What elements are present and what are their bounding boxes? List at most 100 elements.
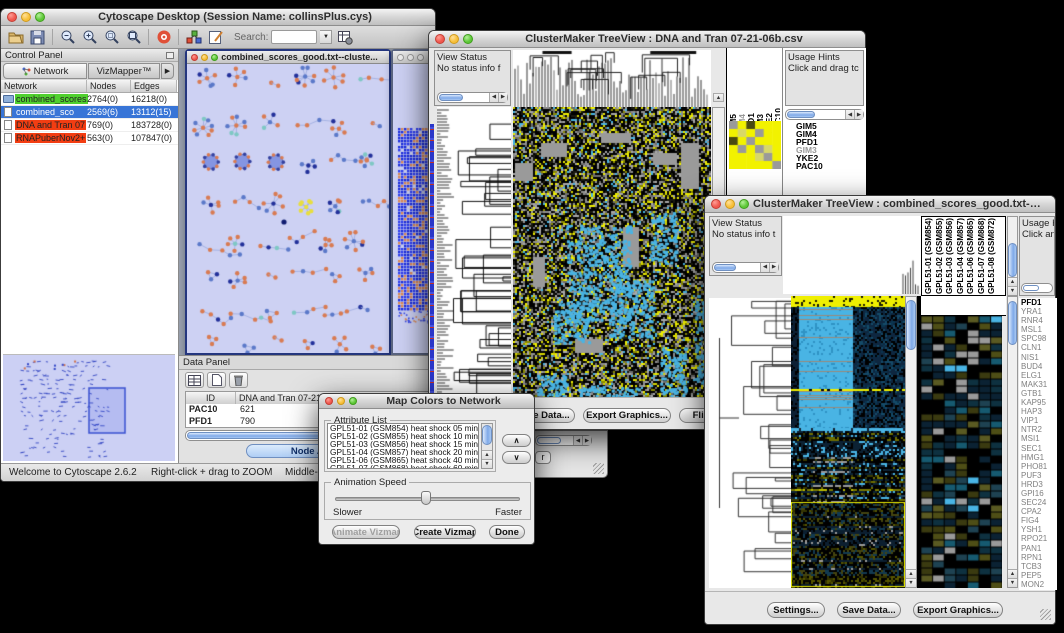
- network-row[interactable]: RNAPuberNov2+ 563(0) 107847(0): [1, 132, 178, 145]
- scrollbar-thumb[interactable]: [787, 111, 815, 118]
- scroll-left-icon[interactable]: ◀: [489, 93, 498, 102]
- tv2-column-dendrogram[interactable]: [783, 216, 921, 294]
- attribute-list-item[interactable]: GPL51-06 (GSM865) heat shock 40 min: [328, 456, 478, 464]
- tv2-zoom-vscrollbar[interactable]: ▲ ▼: [1007, 296, 1018, 588]
- resize-grip[interactable]: [593, 463, 604, 474]
- attribute-list-item[interactable]: GPL51-04 (GSM857) heat shock 20 min: [328, 448, 478, 456]
- attribute-list[interactable]: GPL51-01 (GSM854) heat shock 05 minGPL51…: [327, 423, 479, 469]
- scroll-right-icon[interactable]: ▶: [854, 110, 863, 119]
- tab-overflow-icon[interactable]: ▶: [161, 63, 174, 79]
- tv1-heatmap[interactable]: [513, 107, 711, 399]
- close-icon[interactable]: [711, 199, 721, 209]
- zoom-out-icon[interactable]: [58, 28, 77, 46]
- tv1-usage-hscrollbar[interactable]: ◀▶: [785, 109, 864, 120]
- zoom-in-icon[interactable]: [80, 28, 99, 46]
- close-icon[interactable]: [397, 54, 404, 61]
- annotation-icon[interactable]: [206, 28, 225, 46]
- scroll-up-icon[interactable]: ▲: [713, 93, 724, 102]
- attribute-list-item[interactable]: GPL51-02 (GSM855) heat shock 10 min: [328, 432, 478, 440]
- tv1-column-dendrogram[interactable]: [513, 50, 711, 107]
- scrollbar-thumb[interactable]: [1023, 285, 1039, 291]
- tv2-status-hscrollbar[interactable]: ◀▶: [712, 262, 779, 273]
- scroll-down-icon[interactable]: ▼: [1008, 286, 1017, 295]
- tv1-export-graphics-button[interactable]: Export Graphics...: [583, 408, 671, 423]
- attribute-browser-icon[interactable]: [335, 28, 354, 46]
- network-view-window[interactable]: combined_scores_good.txt--cluste...: [185, 49, 391, 355]
- network-canvas[interactable]: [187, 64, 389, 353]
- dialog-titlebar[interactable]: Map Colors to Network: [319, 394, 534, 409]
- move-up-button[interactable]: ∧: [502, 434, 531, 447]
- scroll-right-icon[interactable]: ▶: [498, 93, 507, 102]
- window-controls[interactable]: [7, 12, 45, 22]
- scroll-down-icon[interactable]: ▼: [482, 459, 492, 468]
- scroll-up-icon[interactable]: ▲: [482, 450, 492, 459]
- minimize-icon[interactable]: [21, 12, 31, 22]
- scroll-down-icon[interactable]: ▼: [906, 578, 916, 587]
- tv2-top-vscrollbar[interactable]: ▲ ▼: [1007, 216, 1018, 296]
- minimize-icon[interactable]: [201, 54, 208, 61]
- scrollbar-thumb[interactable]: [537, 437, 561, 444]
- zoom-window-icon[interactable]: [417, 54, 424, 61]
- scrollbar-thumb[interactable]: [439, 94, 463, 101]
- new-attribute-icon[interactable]: [207, 372, 226, 388]
- zoom-window-icon[interactable]: [35, 12, 45, 22]
- fragment-hscrollbar[interactable]: ◀▶: [535, 435, 592, 446]
- tv1-status-hscrollbar[interactable]: ◀▶: [437, 92, 508, 103]
- minimize-icon[interactable]: [407, 54, 414, 61]
- close-icon[interactable]: [435, 34, 445, 44]
- tv2-titlebar[interactable]: ClusterMaker TreeView : combined_scores_…: [705, 196, 1055, 213]
- zoom-window-icon[interactable]: [739, 199, 749, 209]
- select-attributes-icon[interactable]: [185, 372, 204, 388]
- animation-speed-slider-thumb[interactable]: [421, 491, 431, 505]
- birdseye-view[interactable]: [3, 354, 175, 461]
- attribute-list-item[interactable]: GPL51-07 (GSM868) heat shock 60 min: [328, 464, 478, 469]
- scrollbar-thumb[interactable]: [1008, 301, 1017, 345]
- animate-vizmap-button[interactable]: Animate Vizmap: [332, 525, 400, 539]
- delete-attribute-icon[interactable]: [229, 372, 248, 388]
- close-icon[interactable]: [191, 54, 198, 61]
- create-vizmap-button[interactable]: Create Vizmap: [414, 525, 476, 539]
- scroll-right-icon[interactable]: ▶: [582, 436, 591, 445]
- main-titlebar[interactable]: Cytoscape Desktop (Session Name: collins…: [1, 9, 435, 26]
- attribute-list-vscrollbar[interactable]: ▲ ▼: [481, 423, 493, 469]
- tv2-usage-hscrollbar[interactable]: [1021, 283, 1053, 293]
- scroll-left-icon[interactable]: ◀: [845, 110, 854, 119]
- tab-vizmapper[interactable]: VizMapper™: [88, 63, 160, 79]
- scroll-up-icon[interactable]: ▲: [1008, 569, 1017, 578]
- tv2-heat-vscrollbar[interactable]: ▲ ▼: [905, 296, 917, 588]
- minimize-icon[interactable]: [725, 199, 735, 209]
- tab-network[interactable]: Network: [3, 63, 87, 79]
- zoom-fit-icon[interactable]: [124, 28, 143, 46]
- scroll-up-icon[interactable]: ▲: [1008, 277, 1017, 286]
- network-row[interactable]: DNA and Tran 07 769(0) 183728(0): [1, 119, 178, 132]
- close-icon[interactable]: [325, 397, 333, 405]
- tv2-zoom-view[interactable]: [921, 316, 1002, 588]
- resize-grip[interactable]: [1040, 609, 1051, 620]
- close-icon[interactable]: [7, 12, 17, 22]
- tv1-row-dendrogram[interactable]: [437, 107, 511, 399]
- network-row[interactable]: combined_scores 2764(0) 16218(0): [1, 93, 178, 106]
- float-panel-icon[interactable]: [166, 52, 174, 59]
- zoom-window-icon[interactable]: [463, 34, 473, 44]
- tv2-settings-button[interactable]: Settings...: [767, 602, 825, 618]
- help-icon[interactable]: [154, 28, 173, 46]
- search-input[interactable]: [271, 30, 317, 44]
- tv2-export-graphics-button[interactable]: Export Graphics...: [913, 602, 1003, 618]
- scrollbar-thumb[interactable]: [1008, 243, 1017, 277]
- scrollbar-thumb[interactable]: [714, 264, 736, 271]
- scroll-up-icon[interactable]: ▲: [906, 569, 916, 578]
- zoom-window-icon[interactable]: [349, 397, 357, 405]
- tv2-heatmap[interactable]: [791, 296, 905, 588]
- attribute-list-item[interactable]: GPL51-01 (GSM854) heat shock 05 min: [328, 424, 478, 432]
- zoom-window-icon[interactable]: [211, 54, 218, 61]
- minimize-icon[interactable]: [449, 34, 459, 44]
- network-view-titlebar[interactable]: combined_scores_good.txt--cluste...: [187, 51, 389, 64]
- scroll-right-icon[interactable]: ▶: [769, 263, 778, 272]
- save-session-icon[interactable]: [28, 28, 47, 46]
- tv2-row-dendrogram[interactable]: [709, 298, 791, 588]
- move-down-button[interactable]: ∨: [502, 451, 531, 464]
- vizmapper-icon[interactable]: [184, 28, 203, 46]
- map-colors-dialog[interactable]: Map Colors to Network Attribute List GPL…: [318, 393, 535, 545]
- scroll-left-icon[interactable]: ◀: [573, 436, 582, 445]
- done-button[interactable]: Done: [489, 525, 525, 539]
